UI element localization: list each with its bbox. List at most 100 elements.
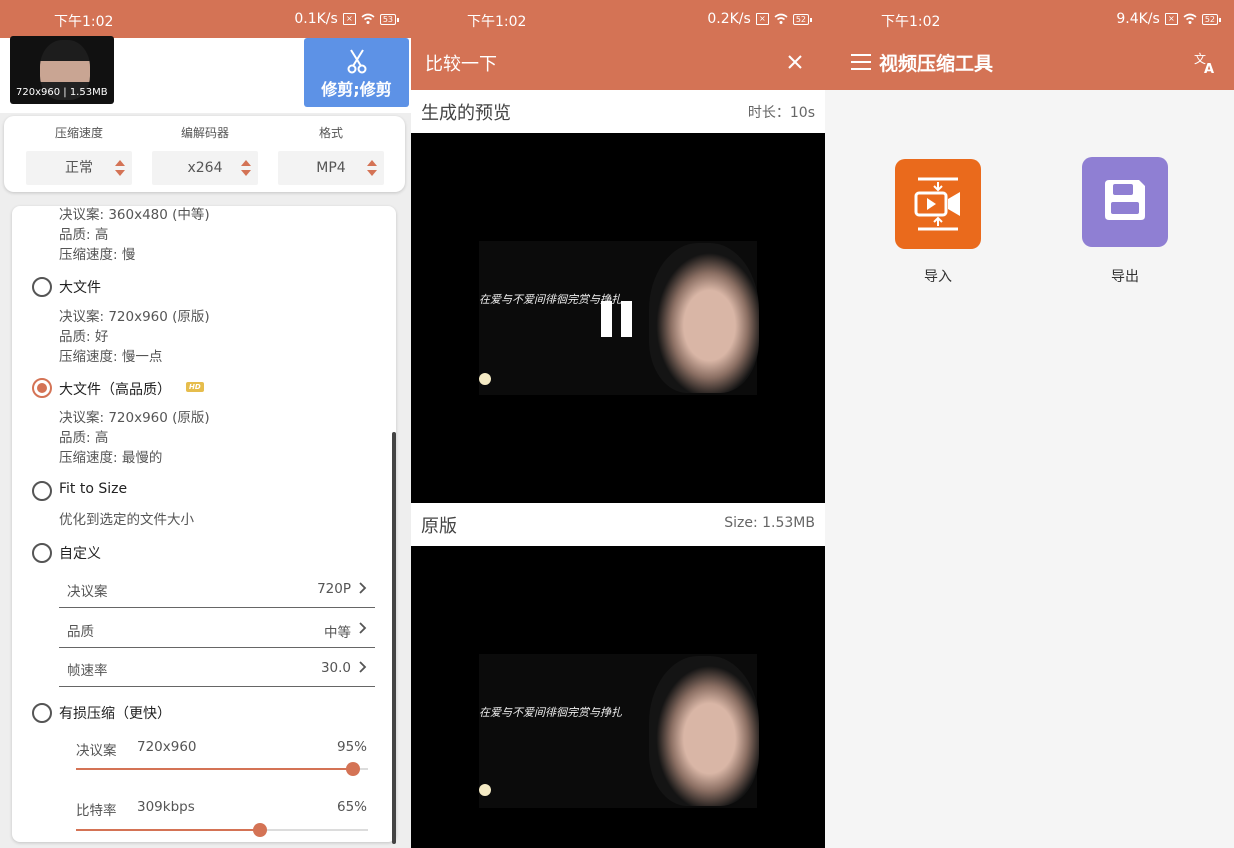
- lossy-resolution-percent: 95%: [337, 739, 368, 755]
- compress-options-screen: 下午1:02 0.1K/s × 53 720x960 | 1.53MB 修剪;修…: [0, 0, 412, 848]
- light-spot: [479, 373, 491, 385]
- sort-arrows-icon: [115, 160, 125, 176]
- translate-icon[interactable]: 文 A: [1194, 50, 1218, 74]
- custom-resolution-row[interactable]: 决议案 720P: [59, 569, 375, 608]
- video-lyric: 在爱与不爱间徘徊完赏与挣扎: [479, 706, 622, 719]
- sim-off-icon: ×: [755, 13, 769, 25]
- bitrate-slider-knob[interactable]: [252, 823, 267, 837]
- battery-icon: 52: [792, 13, 813, 25]
- codec-header: 编解码器: [180, 126, 229, 140]
- preview-duration: 时长：10s: [747, 105, 815, 121]
- status-time: 下午1:02: [467, 14, 527, 30]
- page-title: 比较一下: [425, 54, 497, 75]
- speed-option[interactable]: 压缩速度 正常: [26, 116, 132, 185]
- large-file-hq-radio[interactable]: [32, 378, 52, 398]
- preview-label: 生成的预览: [421, 103, 511, 124]
- status-bar: 下午1:02 0.2K/s × 52: [411, 0, 825, 38]
- original-label: 原版: [421, 516, 457, 537]
- preset-resolution: 决议案: 360x480 (中等): [59, 207, 210, 223]
- network-speed: 0.1K/s: [294, 11, 338, 27]
- preset-quality: 品质: 高: [59, 227, 109, 243]
- preview-section-header: 生成的预览 时长：10s: [411, 90, 825, 132]
- lossy-label[interactable]: 有损压缩（更快）: [59, 703, 171, 723]
- video-import-icon: [914, 177, 960, 231]
- preset-resolution: 决议案: 720x960 (原版): [59, 309, 210, 325]
- page-title: 视频压缩工具: [879, 53, 994, 75]
- home-screen: 下午1:02 9.4K/s × 52 视频压缩工具 文 A 导入 导出: [825, 0, 1234, 848]
- battery-icon: 52: [1201, 13, 1222, 25]
- row-value: 中等: [324, 625, 351, 641]
- pause-icon[interactable]: [601, 301, 635, 337]
- options-card: 压缩速度 正常 编解码器 x264 格式 MP4: [4, 116, 405, 192]
- wifi-icon: [774, 13, 788, 24]
- video-thumbnail[interactable]: 720x960 | 1.53MB: [10, 36, 114, 104]
- custom-label[interactable]: 自定义: [59, 543, 101, 563]
- lossy-radio[interactable]: [32, 703, 52, 723]
- app-bar: 比较一下: [411, 38, 825, 90]
- preset-quality: 品质: 好: [59, 329, 109, 345]
- lossy-resolution-value: 720x960: [137, 739, 197, 755]
- light-spot: [479, 784, 491, 796]
- wifi-icon: [361, 13, 375, 24]
- video-frame: 在爱与不爱间徘徊完赏与挣扎: [479, 654, 759, 808]
- codec-value: x264: [187, 160, 223, 176]
- wifi-icon: [1183, 13, 1197, 24]
- format-value: MP4: [316, 160, 346, 176]
- original-video[interactable]: 在爱与不爱间徘徊完赏与挣扎: [411, 546, 825, 848]
- bitrate-slider-fill: [76, 829, 260, 831]
- status-bar: 下午1:02 9.4K/s × 52: [825, 0, 1234, 38]
- save-icon: [1105, 180, 1145, 220]
- chevron-right-icon: [359, 661, 367, 673]
- resolution-slider[interactable]: [76, 762, 368, 776]
- custom-framerate-row[interactable]: 帧速率 30.0: [59, 648, 375, 687]
- codec-option[interactable]: 编解码器 x264: [152, 116, 258, 185]
- lossy-resolution-key: 决议案: [76, 743, 117, 759]
- preset-quality: 品质: 高: [59, 430, 109, 446]
- sort-arrows-icon: [241, 160, 251, 176]
- original-section-header: 原版 Size: 1.53MB: [411, 503, 825, 545]
- import-button[interactable]: [895, 159, 981, 249]
- sim-off-icon: ×: [342, 13, 356, 25]
- preview-video[interactable]: 在爱与不爱间徘徊完赏与挣扎: [411, 133, 825, 503]
- chevron-right-icon: [359, 622, 367, 634]
- trim-button-label: 修剪;修剪: [321, 80, 392, 99]
- svg-text:A: A: [1204, 62, 1214, 74]
- codec-select[interactable]: x264: [152, 151, 258, 185]
- speed-select[interactable]: 正常: [26, 151, 132, 185]
- format-option[interactable]: 格式 MP4: [278, 116, 384, 185]
- resolution-slider-fill: [76, 768, 354, 770]
- large-file-label[interactable]: 大文件: [59, 277, 101, 297]
- compare-screen: 下午1:02 0.2K/s × 52 比较一下 生成的预览 时长：10s 在爱与…: [411, 0, 825, 848]
- person-image: [649, 656, 759, 806]
- scissors-icon: [347, 49, 367, 74]
- network-speed: 9.4K/s: [1116, 11, 1160, 27]
- row-key: 帧速率: [67, 663, 108, 679]
- format-select[interactable]: MP4: [278, 151, 384, 185]
- preset-resolution: 决议案: 720x960 (原版): [59, 410, 210, 426]
- close-icon[interactable]: [787, 54, 803, 70]
- speed-value: 正常: [65, 160, 93, 176]
- chevron-right-icon: [359, 582, 367, 594]
- export-button[interactable]: [1082, 157, 1168, 247]
- thumbnail-caption: 720x960 | 1.53MB: [16, 87, 108, 98]
- sim-off-icon: ×: [1164, 13, 1178, 25]
- export-label: 导出: [1111, 269, 1139, 285]
- hd-badge: HD: [186, 382, 204, 392]
- lossy-bitrate-value: 309kbps: [137, 799, 195, 815]
- import-label: 导入: [924, 269, 952, 285]
- status-bar: 下午1:02 0.1K/s × 53: [0, 0, 412, 38]
- bitrate-slider[interactable]: [76, 823, 368, 837]
- status-time: 下午1:02: [881, 14, 941, 30]
- row-value: 720P: [317, 581, 351, 597]
- custom-quality-row[interactable]: 品质 中等: [59, 609, 375, 648]
- trim-button[interactable]: 修剪;修剪: [304, 38, 409, 107]
- custom-radio[interactable]: [32, 543, 52, 563]
- row-key: 品质: [67, 624, 94, 640]
- row-value: 30.0: [320, 660, 351, 676]
- large-file-radio[interactable]: [32, 277, 52, 297]
- menu-icon[interactable]: [851, 54, 871, 70]
- fit-to-size-label[interactable]: Fit to Size: [59, 481, 127, 497]
- fit-to-size-radio[interactable]: [32, 481, 52, 501]
- scrollbar[interactable]: [392, 432, 396, 844]
- large-file-hq-label[interactable]: 大文件（高品质）: [59, 379, 171, 399]
